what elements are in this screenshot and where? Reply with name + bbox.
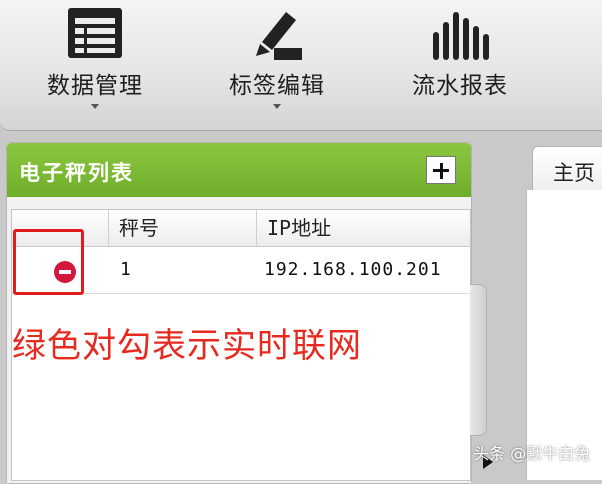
tab-home-label: 主页 (553, 161, 595, 185)
table-list-icon (66, 6, 124, 64)
status-highlight-box (13, 229, 84, 295)
splitter-handle[interactable] (470, 284, 487, 436)
label-edit-label: 标签编辑 (229, 73, 325, 99)
panel-header: 电子秤列表 (7, 143, 471, 197)
main-content-pane (526, 190, 602, 480)
chevron-down-icon (273, 104, 281, 109)
panel-title: 电子秤列表 (19, 161, 134, 185)
data-management-label: 数据管理 (47, 73, 143, 99)
flow-report-button[interactable]: 流水报表 (405, 0, 515, 120)
main-toolbar: 数据管理 标签编辑 流水报表 (0, 0, 602, 131)
flow-report-label: 流水报表 (412, 73, 508, 99)
scale-list-panel: 电子秤列表 秤号 IP地址 1 192.168.100.201 (6, 142, 472, 484)
label-edit-button[interactable]: 标签编辑 (222, 0, 332, 120)
chevron-down-icon (91, 104, 99, 109)
scale-number-cell: 1 (120, 259, 131, 280)
pen-edit-icon (248, 6, 306, 66)
bar-chart-icon (429, 6, 491, 66)
watermark-text: 头条 @默牛白兔 (473, 444, 591, 463)
column-header-scale-number[interactable]: 秤号 (108, 210, 256, 246)
data-management-button[interactable]: 数据管理 (40, 0, 150, 120)
column-header-ip-address[interactable]: IP地址 (256, 210, 470, 246)
ip-address-cell: 192.168.100.201 (264, 259, 442, 280)
tab-home[interactable]: 主页 (532, 146, 602, 191)
annotation-text: 绿色对勾表示实时联网 (12, 326, 362, 366)
add-scale-button[interactable] (426, 156, 456, 184)
